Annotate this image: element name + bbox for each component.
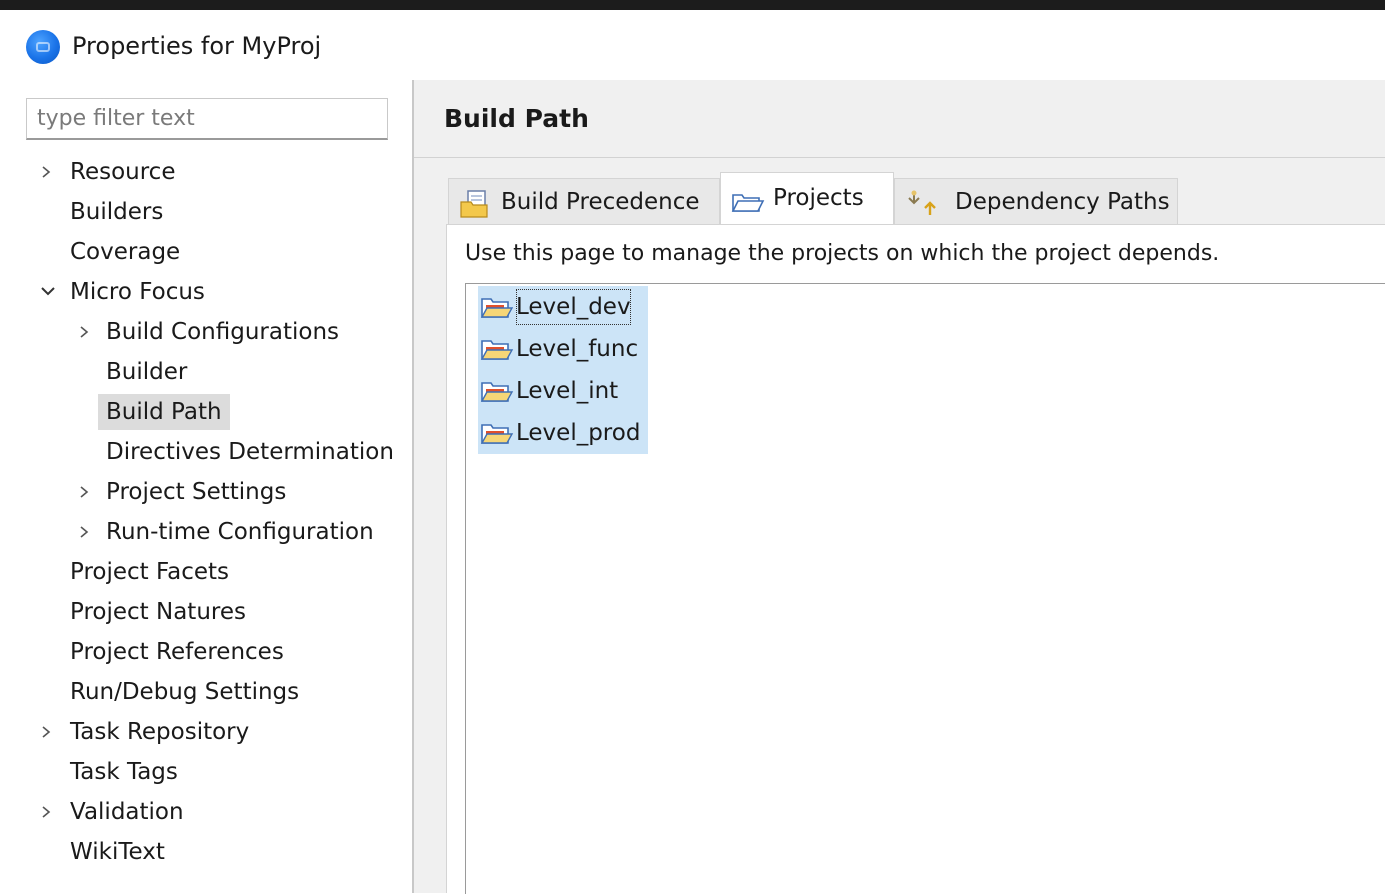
chevron-right-icon[interactable] — [76, 474, 94, 510]
tree-item-task-repository[interactable]: Task Repository — [70, 714, 249, 750]
tree-item-build-path[interactable]: Build Path — [98, 394, 230, 430]
chevron-down-icon[interactable] — [38, 274, 56, 310]
projects-checklist[interactable]: Level_dev Level_func Level_int Level_pro… — [465, 283, 1385, 894]
tree-item-directives-determination[interactable]: Directives Determination — [106, 434, 394, 470]
tree-item-build-configurations[interactable]: Build Configurations — [106, 314, 339, 350]
tree-item-builders[interactable]: Builders — [70, 194, 163, 230]
title-bar: Properties for MyProj — [0, 10, 1385, 80]
chevron-right-icon[interactable] — [76, 314, 94, 350]
chevron-right-icon[interactable] — [76, 514, 94, 550]
project-label: Level_dev — [513, 286, 634, 328]
window-top-border — [0, 0, 1385, 10]
chevron-right-icon[interactable] — [38, 794, 56, 830]
projects-tab-content: Use this page to manage the projects on … — [446, 224, 1385, 894]
projects-description: Use this page to manage the projects on … — [465, 241, 1220, 266]
tree-item-project-settings[interactable]: Project Settings — [106, 474, 286, 510]
list-item[interactable]: Level_dev — [478, 286, 648, 328]
tab-dependency-paths[interactable]: Dependency Paths — [894, 178, 1178, 224]
tab-projects[interactable]: Projects — [720, 172, 894, 224]
tab-projects-label: Projects — [773, 185, 864, 211]
tree-item-validation[interactable]: Validation — [70, 794, 184, 830]
property-page: Build Path Build Precedence Projects Dep… — [414, 80, 1385, 894]
tree-item-micro-focus[interactable]: Micro Focus — [70, 274, 205, 310]
navigation-panel: Resource Builders Coverage Micro Focus B… — [0, 80, 412, 893]
list-item[interactable]: Level_int — [478, 370, 648, 412]
list-item[interactable]: Level_func — [478, 328, 648, 370]
tree-item-project-references[interactable]: Project References — [70, 634, 284, 670]
tree-item-run-time-configuration[interactable]: Run-time Configuration — [106, 514, 374, 550]
tree-item-project-facets[interactable]: Project Facets — [70, 554, 229, 590]
app-icon — [26, 30, 60, 64]
tree-item-run-debug-settings[interactable]: Run/Debug Settings — [70, 674, 299, 710]
page-header: Build Path — [414, 80, 1385, 158]
tree-item-builder[interactable]: Builder — [106, 354, 187, 390]
tree-item-project-natures[interactable]: Project Natures — [70, 594, 246, 630]
project-label: Level_func — [516, 336, 639, 362]
tree-item-wikitext[interactable]: WikiText — [70, 834, 165, 870]
tab-build-precedence-label: Build Precedence — [501, 189, 700, 215]
tree-item-task-tags[interactable]: Task Tags — [70, 754, 178, 790]
chevron-right-icon[interactable] — [38, 154, 56, 190]
tab-dependency-paths-label: Dependency Paths — [955, 189, 1170, 215]
filter-input[interactable] — [26, 98, 388, 140]
tab-build-precedence[interactable]: Build Precedence — [448, 178, 720, 224]
window-title: Properties for MyProj — [72, 32, 322, 60]
project-folder-icon — [480, 420, 514, 462]
tree-item-coverage[interactable]: Coverage — [70, 234, 180, 270]
list-item[interactable]: Level_prod — [478, 412, 648, 454]
project-label: Level_int — [516, 378, 619, 404]
tree-item-resource[interactable]: Resource — [70, 154, 175, 190]
page-title: Build Path — [444, 104, 589, 133]
project-label: Level_prod — [516, 420, 641, 446]
chevron-right-icon[interactable] — [38, 714, 56, 750]
